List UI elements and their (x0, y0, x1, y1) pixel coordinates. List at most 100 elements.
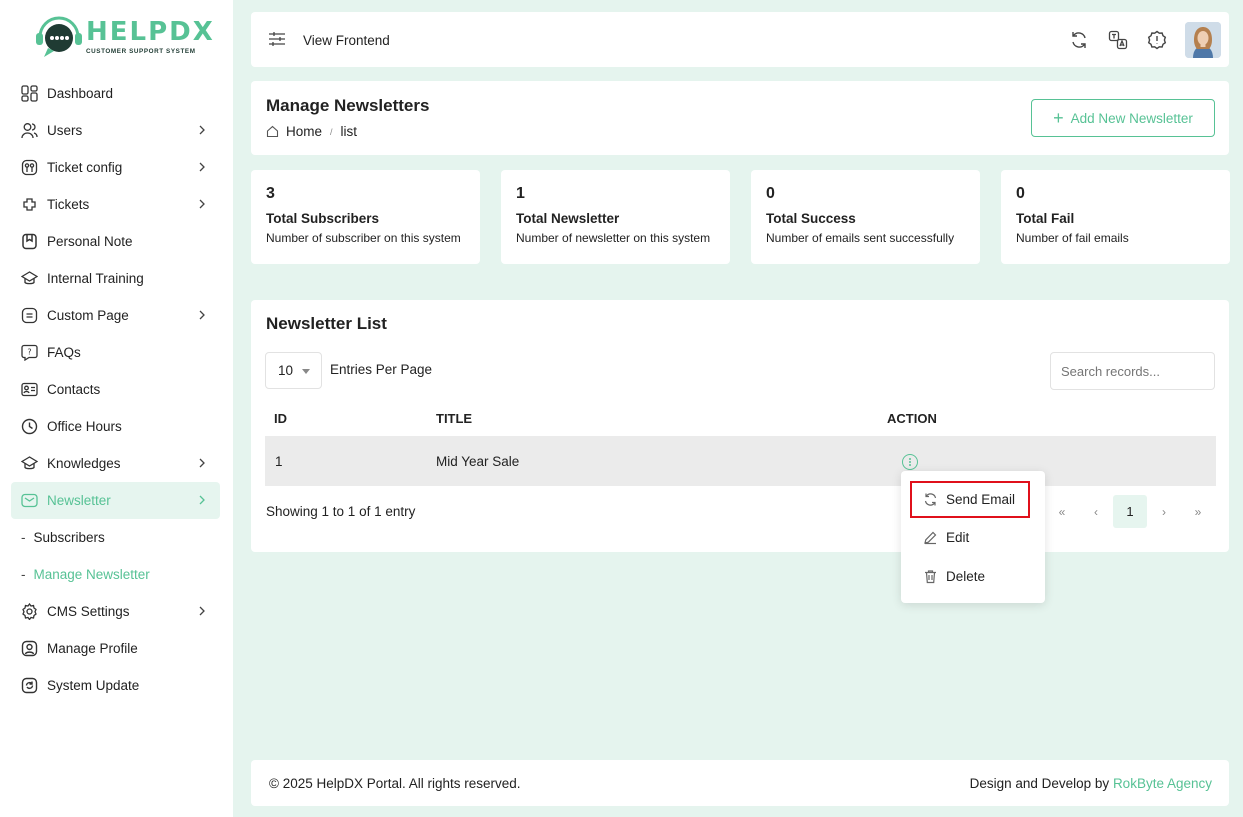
menu-item-delete[interactable]: Delete (901, 559, 1045, 593)
caret-down-icon (302, 369, 310, 374)
sidebar-item-label: Users (47, 123, 83, 138)
showing-entries-text: Showing 1 to 1 of 1 entry (266, 504, 416, 519)
stat-description: Number of fail emails (1016, 231, 1129, 245)
plus-icon: + (1053, 108, 1064, 128)
trash-icon (923, 569, 938, 584)
sidebar-item-office-hours[interactable]: Office Hours (11, 408, 220, 445)
profile-icon (20, 640, 38, 658)
training-icon (20, 270, 38, 288)
brand-subtitle: CUSTOMER SUPPORT SYSTEM (86, 48, 196, 55)
page-icon (20, 307, 38, 325)
home-icon[interactable] (266, 125, 279, 138)
view-frontend-label: View Frontend (303, 33, 390, 48)
breadcrumb-home[interactable]: Home (286, 124, 322, 139)
pagination-page-1[interactable]: 1 (1113, 495, 1147, 528)
users-icon (20, 122, 38, 140)
stat-value: 0 (1016, 185, 1025, 202)
agency-link[interactable]: RokByte Agency (1113, 776, 1212, 791)
edit-icon (923, 530, 938, 545)
sidebar-item-users[interactable]: Users (11, 112, 220, 149)
entries-per-page-select[interactable]: 10 (265, 352, 322, 389)
alert-icon[interactable] (1146, 29, 1168, 51)
stat-value: 3 (266, 185, 275, 202)
brand-title: HELPDX (86, 17, 215, 47)
pagination-first[interactable]: « (1045, 495, 1079, 528)
send-email-highlight-box (910, 481, 1030, 518)
sidebar-item-label: System Update (47, 678, 140, 693)
stat-value: 1 (516, 185, 525, 202)
entries-per-page-label: Entries Per Page (330, 362, 433, 377)
chevron-right-icon (195, 604, 209, 618)
sidebar-subitem-manage-newsletter[interactable]: - Manage Newsletter (11, 556, 220, 593)
page-title: Manage Newsletters (266, 96, 430, 115)
view-frontend-link[interactable]: View Frontend (268, 31, 390, 50)
row-id: 1 (275, 454, 283, 469)
sidebar-item-ticket-config[interactable]: Ticket config (11, 149, 220, 186)
footer-copyright: © 2025 HelpDX Portal. All rights reserve… (269, 776, 521, 791)
menu-item-edit[interactable]: Edit (901, 520, 1045, 554)
helpdx-logo[interactable]: HELPDX CUSTOMER SUPPORT SYSTEM (34, 13, 213, 61)
sidebar-item-label: Internal Training (47, 271, 144, 286)
sidebar-item-label: Contacts (47, 382, 101, 397)
per-page-value: 10 (278, 363, 294, 378)
pagination-last[interactable]: » (1181, 495, 1215, 528)
sidebar-subitem-subscribers[interactable]: - Subscribers (11, 519, 220, 556)
sidebar-subitem-label: Manage Newsletter (33, 567, 150, 582)
stat-card-success: 0 Total Success Number of emails sent su… (751, 170, 980, 264)
sidebar-item-manage-profile[interactable]: Manage Profile (11, 630, 220, 667)
note-icon (20, 233, 38, 251)
row-title: Mid Year Sale (436, 454, 520, 469)
column-header-id: ID (274, 411, 287, 426)
menu-item-label: Edit (946, 529, 970, 545)
refresh-icon[interactable] (1068, 29, 1090, 51)
sidebar-item-dashboard[interactable]: Dashboard (11, 75, 220, 112)
pagination-prev[interactable]: ‹ (1079, 495, 1113, 528)
stat-description: Number of emails sent successfully (766, 231, 955, 245)
add-newsletter-label: Add New Newsletter (1070, 110, 1193, 126)
translate-icon[interactable] (1107, 29, 1129, 51)
more-vertical-icon[interactable] (902, 454, 918, 470)
pagination-next[interactable]: › (1147, 495, 1181, 528)
search-input[interactable] (1050, 352, 1215, 390)
svg-text:?: ? (27, 348, 31, 357)
sidebar-item-faqs[interactable]: ? FAQs (11, 334, 220, 371)
sidebar-item-label: Office Hours (47, 419, 122, 434)
sidebar-item-system-update[interactable]: System Update (11, 667, 220, 704)
ticket-config-icon (20, 159, 38, 177)
sidebar-item-label: Ticket config (47, 160, 123, 175)
sidebar-item-label: Newsletter (47, 493, 111, 508)
tickets-icon (20, 196, 38, 214)
stat-description: Number of newsletter on this system (516, 231, 711, 245)
add-newsletter-button[interactable]: + Add New Newsletter (1031, 99, 1215, 137)
newsletter-icon (20, 492, 38, 510)
chevron-right-icon (195, 308, 209, 322)
stat-value: 0 (766, 185, 775, 202)
logo-mark-icon (34, 15, 84, 59)
user-avatar[interactable] (1185, 22, 1221, 58)
knowledge-icon (20, 455, 38, 473)
sidebar-item-contacts[interactable]: Contacts (11, 371, 220, 408)
sidebar-item-label: Manage Profile (47, 641, 138, 656)
stat-card-subscribers: 3 Total Subscribers Number of subscriber… (251, 170, 480, 264)
sidebar-item-personal-note[interactable]: Personal Note (11, 223, 220, 260)
chevron-right-icon (195, 456, 209, 470)
table-row: 1 Mid Year Sale (265, 436, 1216, 486)
footer-credit-prefix: Design and Develop by (969, 776, 1110, 791)
sidebar-item-custom-page[interactable]: Custom Page (11, 297, 220, 334)
sidebar-item-label: Dashboard (47, 86, 114, 101)
sidebar-item-internal-training[interactable]: Internal Training (11, 260, 220, 297)
sidebar-item-label: FAQs (47, 345, 81, 360)
stat-label: Total Newsletter (516, 211, 620, 226)
breadcrumb: Home / list (266, 124, 357, 139)
page-header: Manage Newsletters Home / list + Add New… (251, 81, 1229, 155)
sidebar-item-tickets[interactable]: Tickets (11, 186, 220, 223)
update-icon (20, 677, 38, 695)
sliders-icon[interactable] (268, 31, 286, 50)
sidebar-item-newsletter[interactable]: Newsletter (11, 482, 220, 519)
sidebar-item-cms-settings[interactable]: CMS Settings (11, 593, 220, 630)
list-title: Newsletter List (266, 314, 387, 333)
stat-card-newsletters: 1 Total Newsletter Number of newsletter … (501, 170, 730, 264)
sidebar-item-label: Knowledges (47, 456, 121, 471)
faq-icon: ? (20, 344, 38, 362)
sidebar-item-knowledges[interactable]: Knowledges (11, 445, 220, 482)
